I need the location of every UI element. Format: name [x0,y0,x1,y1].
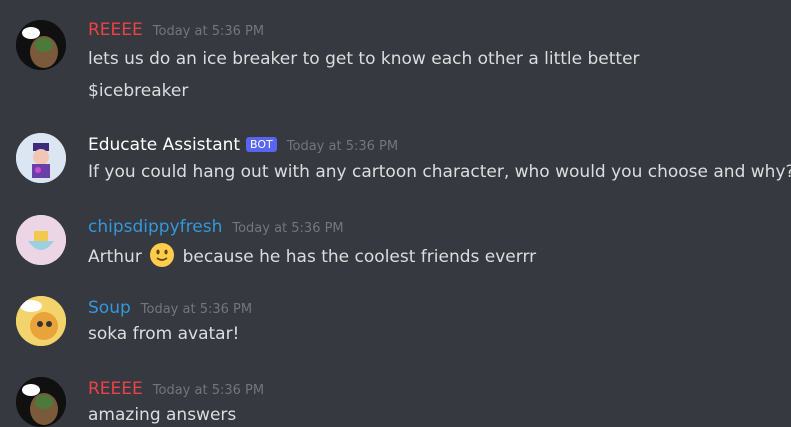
message-text: lets us do an ice breaker to get to know… [88,49,640,69]
timestamp: Today at 5:36 PM [232,221,344,236]
username[interactable]: REEEE [88,20,143,40]
message-text: Arthur because he has the coolest friend… [88,242,537,270]
slightly-smiling-face-icon[interactable] [149,242,175,268]
message-text: If you could hang out with any cartoon c… [88,162,791,182]
message-text-part: because he has the coolest friends everr… [182,247,537,267]
bot-badge: BOT [246,137,277,152]
timestamp: Today at 5:36 PM [152,383,265,398]
user-avatar[interactable] [16,296,66,346]
user-avatar[interactable] [16,377,66,427]
message-text: amazing answers [88,405,237,425]
username[interactable]: REEEE [88,379,143,399]
username[interactable]: Soup [88,298,131,318]
user-avatar[interactable] [16,20,66,70]
message-text: soka from avatar! [88,324,240,344]
username[interactable]: Educate Assistant [88,135,240,155]
timestamp: Today at 5:36 PM [140,302,253,317]
timestamp: Today at 5:36 PM [152,24,265,39]
message-text: $icebreaker [88,81,189,101]
user-avatar[interactable] [16,215,66,265]
bot-avatar[interactable] [16,133,66,183]
message-text-part: Arthur [88,247,142,267]
timestamp: Today at 5:36 PM [286,139,399,154]
username[interactable]: chipsdippyfresh [88,217,222,237]
